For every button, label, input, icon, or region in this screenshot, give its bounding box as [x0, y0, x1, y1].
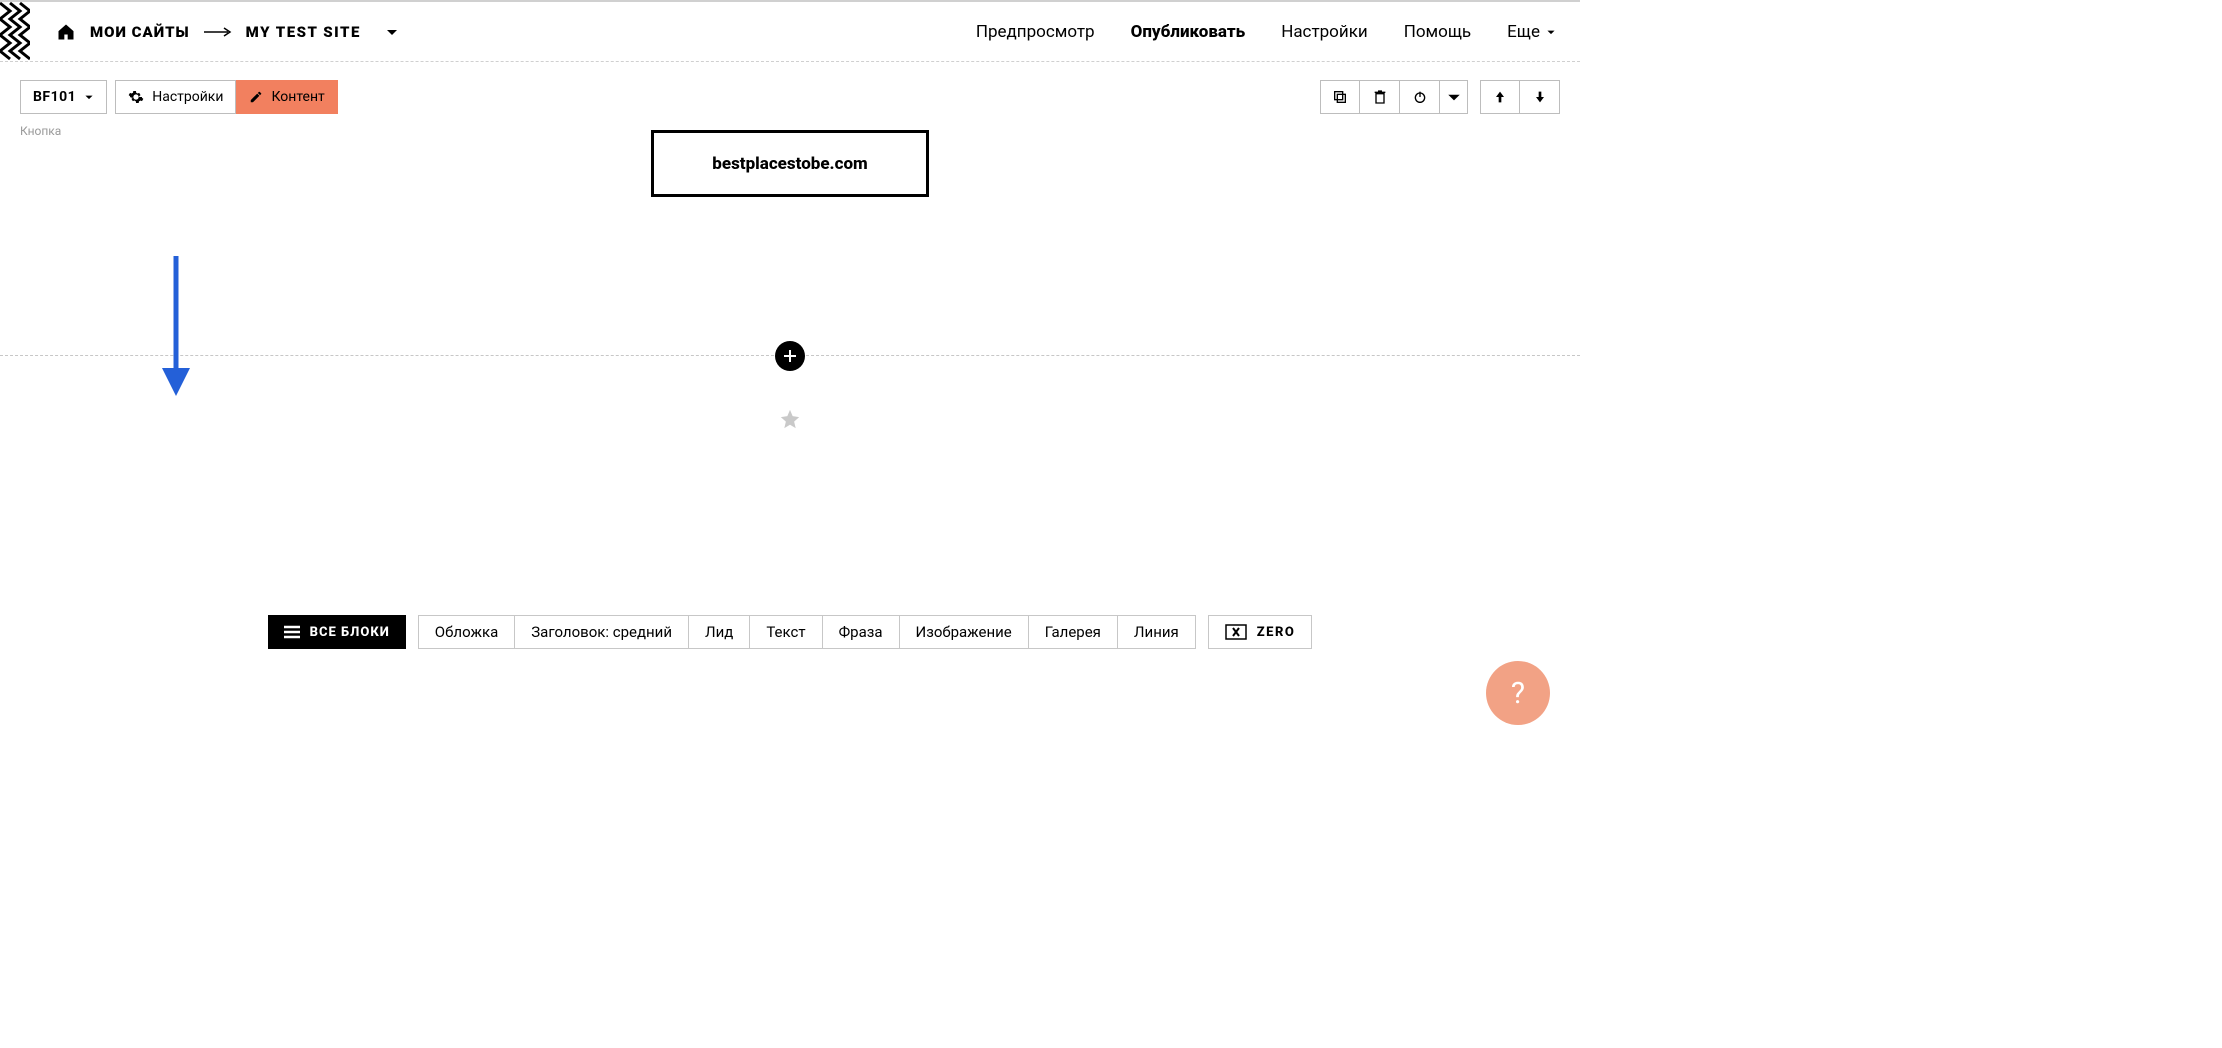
- block-id-dropdown[interactable]: BF101: [20, 80, 107, 114]
- delete-button[interactable]: [1360, 80, 1400, 114]
- home-icon[interactable]: [56, 22, 76, 42]
- top-bar: МОИ САЙТЫ MY TEST SITE Предпросмотр Опуб…: [0, 0, 1580, 62]
- star-icon: [779, 408, 801, 430]
- gear-icon: [128, 89, 144, 105]
- nav-more[interactable]: Еще: [1507, 22, 1556, 42]
- all-blocks-button[interactable]: ВСЕ БЛОКИ: [268, 615, 406, 649]
- block-type-group: Обложка Заголовок: средний Лид Текст Фра…: [418, 615, 1196, 649]
- block-type-lead[interactable]: Лид: [689, 615, 750, 649]
- more-options-button[interactable]: [1440, 80, 1468, 114]
- top-nav: Предпросмотр Опубликовать Настройки Помо…: [976, 22, 1556, 42]
- breadcrumb: МОИ САЙТЫ MY TEST SITE: [56, 22, 399, 42]
- block-settings-button[interactable]: Настройки: [115, 80, 236, 114]
- zero-block-button[interactable]: ZERO: [1208, 615, 1313, 649]
- move-up-button[interactable]: [1480, 80, 1520, 114]
- logo-zigzag-icon: [0, 1, 30, 63]
- block-type-gallery[interactable]: Галерея: [1029, 615, 1118, 649]
- nav-help[interactable]: Помощь: [1404, 22, 1471, 42]
- nav-more-label: Еще: [1507, 22, 1540, 42]
- all-blocks-label: ВСЕ БЛОКИ: [310, 625, 390, 640]
- zero-icon: [1225, 624, 1247, 640]
- block-content-button[interactable]: Контент: [236, 80, 337, 114]
- copy-icon: [1332, 89, 1348, 105]
- block-type-phrase[interactable]: Фраза: [823, 615, 900, 649]
- chevron-down-icon[interactable]: [385, 25, 399, 39]
- pencil-icon: [249, 90, 263, 104]
- nav-publish[interactable]: Опубликовать: [1131, 22, 1246, 42]
- trash-icon: [1372, 89, 1388, 105]
- block-type-cover[interactable]: Обложка: [418, 615, 515, 649]
- arrow-up-icon: [1492, 89, 1508, 105]
- site-button-element[interactable]: bestplacestobe.com: [651, 130, 929, 197]
- breadcrumb-my-sites[interactable]: МОИ САЙТЫ: [90, 23, 190, 41]
- favorite-star[interactable]: [0, 408, 1580, 436]
- menu-icon: [284, 625, 300, 639]
- block-divider: [0, 355, 1580, 356]
- block-type-heading-medium[interactable]: Заголовок: средний: [515, 615, 689, 649]
- block-content-label: Контент: [271, 89, 324, 105]
- block-toolbar: BF101 Настройки Контент Кнопка: [0, 62, 1580, 138]
- add-block-button[interactable]: [775, 341, 805, 371]
- plus-icon: [783, 349, 797, 363]
- block-type-line[interactable]: Линия: [1118, 615, 1196, 649]
- power-icon: [1412, 89, 1428, 105]
- block-settings-label: Настройки: [152, 89, 223, 105]
- visibility-button[interactable]: [1400, 80, 1440, 114]
- block-type-text[interactable]: Текст: [750, 615, 822, 649]
- site-button-label: bestplacestobe.com: [712, 154, 867, 174]
- move-down-button[interactable]: [1520, 80, 1560, 114]
- chevron-down-icon: [84, 92, 94, 102]
- nav-settings[interactable]: Настройки: [1281, 22, 1368, 42]
- duplicate-button[interactable]: [1320, 80, 1360, 114]
- block-picker: ВСЕ БЛОКИ Обложка Заголовок: средний Лид…: [0, 615, 1580, 649]
- block-toolbar-left: BF101 Настройки Контент: [20, 80, 338, 114]
- arrow-down-icon: [1532, 89, 1548, 105]
- nav-preview[interactable]: Предпросмотр: [976, 22, 1095, 42]
- arrow-right-icon: [204, 27, 232, 37]
- chevron-down-icon: [1446, 89, 1462, 105]
- block-id-label: BF101: [33, 89, 76, 105]
- canvas: bestplacestobe.com: [0, 130, 1580, 436]
- block-type-image[interactable]: Изображение: [900, 615, 1029, 649]
- chevron-down-icon: [1546, 27, 1556, 37]
- help-bubble-label: ?: [1511, 676, 1525, 711]
- help-bubble-button[interactable]: ?: [1486, 661, 1550, 725]
- block-toolbar-right: [1320, 80, 1560, 114]
- zero-label: ZERO: [1257, 625, 1296, 640]
- breadcrumb-site-name[interactable]: MY TEST SITE: [246, 23, 361, 41]
